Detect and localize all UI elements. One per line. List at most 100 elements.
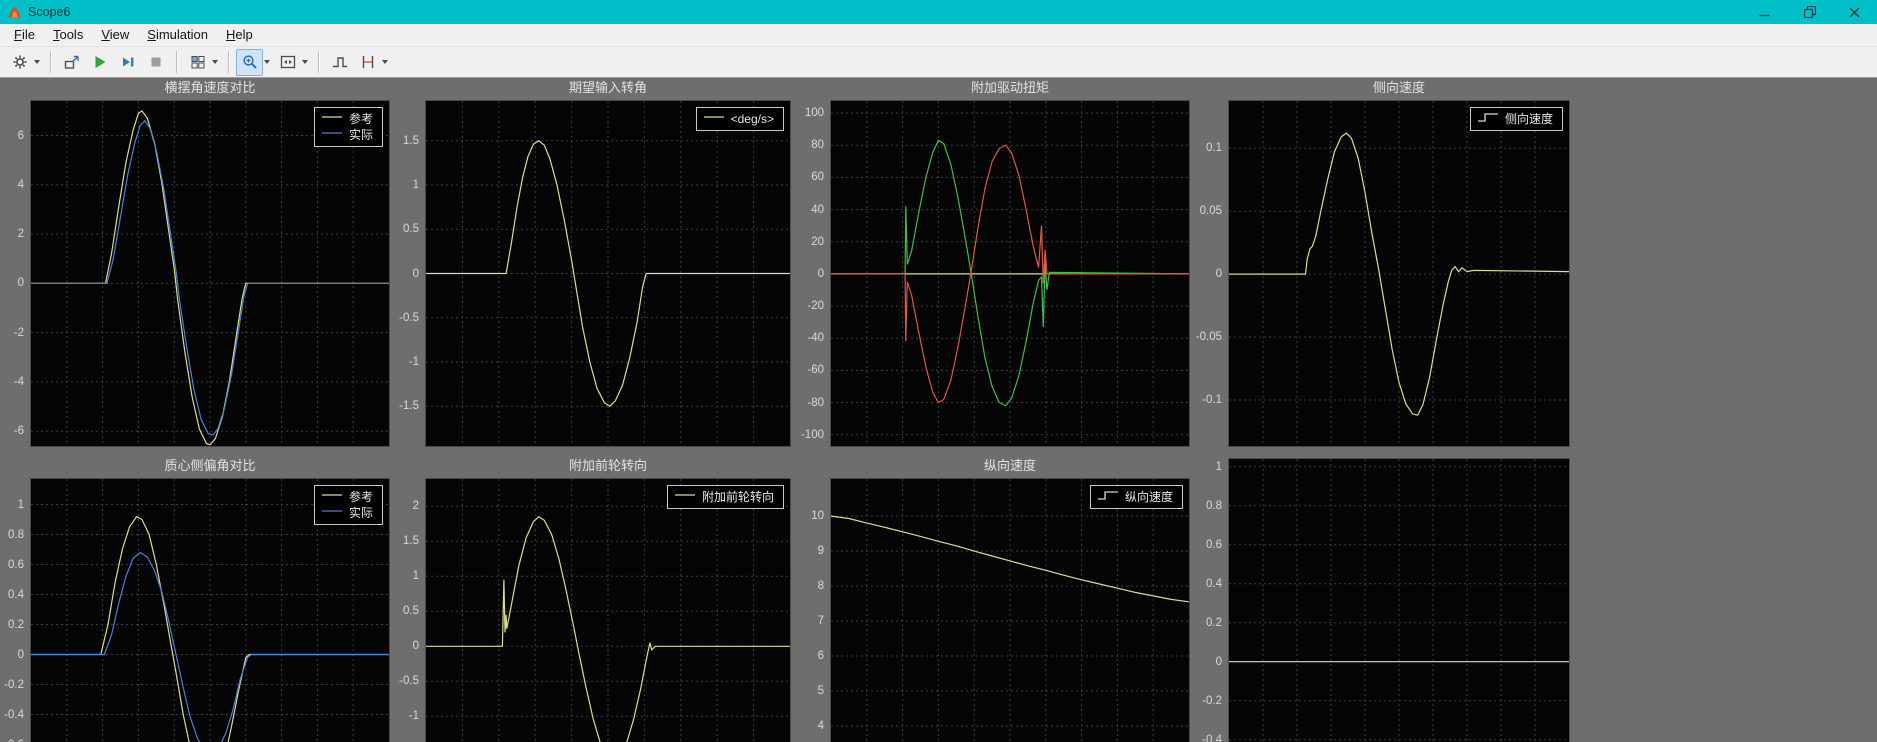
trigger-button[interactable] (326, 49, 353, 76)
menu-file-mnemonic: F (14, 27, 22, 42)
y-tick-label: -6 (13, 425, 24, 438)
cursor-measurements-icon (362, 56, 373, 68)
menu-bar: File Tools View Simulation Help (0, 24, 1877, 47)
y-tick-label: 80 (811, 139, 824, 152)
legend-line-icon (674, 489, 696, 505)
settings-button[interactable] (6, 49, 33, 76)
y-tick-label: 0.5 (403, 605, 419, 618)
y-tick-label: -40 (807, 332, 824, 345)
legend-entry: 侧向速度 (1477, 111, 1553, 127)
legend-label: 附加前轮转向 (701, 490, 774, 504)
y-tick-label: 0.8 (8, 528, 24, 541)
plot-sideslip-angle-comparison[interactable]: 质心侧偏角对比 参考实际 10.80.60.40.20-0.2-0.4-0.6-… (4, 458, 390, 742)
y-tick-label: 1 (412, 570, 419, 583)
legend-entry: 参考 (321, 111, 373, 127)
legend-label: 实际 (348, 506, 373, 520)
menu-tools-label: ools (59, 27, 84, 42)
y-tick-label: -80 (807, 396, 824, 409)
legend-step-icon (1477, 111, 1499, 127)
plot-title: 纵向速度 (983, 458, 1036, 473)
layouts-dropdown-caret[interactable] (212, 60, 218, 64)
menu-help[interactable]: Help (217, 25, 262, 45)
plot-legend[interactable]: 附加前轮转向 (666, 485, 784, 509)
plot-canvas (426, 479, 790, 742)
y-tick-label: 0 (17, 277, 24, 290)
step-forward-button[interactable] (114, 49, 141, 76)
trigger-icon (332, 57, 347, 68)
fit-to-view-dropdown-caret[interactable] (302, 60, 308, 64)
plot-yaw-rate-comparison[interactable]: 横摆角速度对比 参考 实际 6 4 2 0 -2 -4 -6 (14, 80, 390, 447)
run-icon (95, 56, 105, 68)
plot-canvas (426, 101, 790, 446)
measurements-dropdown-caret[interactable] (382, 60, 388, 64)
y-tick-label: 6 (17, 129, 24, 142)
legend-line-icon (321, 489, 343, 505)
menu-simulation[interactable]: Simulation (138, 25, 217, 45)
plot-title: 期望输入转角 (568, 80, 647, 95)
y-tick-label: 0.4 (1206, 577, 1222, 590)
minimize-button[interactable] (1742, 0, 1787, 24)
y-tick-label: -0.2 (1202, 694, 1222, 707)
fit-to-view-button[interactable] (274, 49, 301, 76)
y-tick-label: -0.6 (4, 739, 24, 742)
legend-line-icon (321, 111, 343, 127)
step-forward-icon (122, 57, 133, 67)
stop-button[interactable] (142, 49, 169, 76)
legend-line-icon (321, 127, 343, 143)
legend-label: 纵向速度 (1124, 490, 1173, 504)
close-button[interactable] (1832, 0, 1877, 24)
fit-to-view-icon (280, 55, 295, 69)
legend-entry: <deg/s> (703, 111, 774, 127)
window-titlebar[interactable]: Scope6 (0, 0, 1877, 24)
legend-entry: 参考 (321, 489, 373, 505)
menu-view[interactable]: View (92, 25, 138, 45)
plot-bottom-right[interactable]: 1 0.8 0.6 0.4 0.2 0 -0.2 -0.4 (1202, 458, 1570, 742)
plot-longitudinal-velocity[interactable]: 纵向速度 纵向速度 1098765432 (811, 458, 1190, 742)
legend-label: 参考 (348, 112, 373, 126)
y-tick-label: 1 (17, 498, 24, 511)
plot-lateral-velocity[interactable]: 侧向速度 侧向速度 0.1 0.05 0 -0.05 -0.1 (1196, 80, 1570, 447)
zoom-dropdown-caret[interactable] (264, 60, 270, 64)
settings-dropdown-caret[interactable] (34, 60, 40, 64)
plot-legend[interactable]: 参考 实际 (313, 107, 383, 147)
legend-line-icon (703, 111, 725, 127)
y-tick-label: 6 (817, 650, 824, 662)
plot-legend[interactable]: 参考 实际 (313, 485, 383, 525)
y-tick-label: -0.05 (1195, 331, 1222, 344)
zoom-in-button[interactable] (236, 48, 263, 76)
highlight-simulink-block-button[interactable] (58, 49, 85, 76)
y-tick-label: 0 (412, 640, 419, 653)
y-tick-label: -0.4 (1202, 733, 1222, 742)
plot-legend[interactable]: <deg/s> (695, 107, 784, 131)
menu-tools[interactable]: Tools (44, 25, 92, 45)
plot-legend[interactable]: 纵向速度 (1089, 485, 1183, 509)
y-tick-label: 0.8 (1206, 499, 1222, 512)
menu-file[interactable]: File (5, 25, 44, 45)
y-tick-label: 9 (817, 545, 824, 558)
y-tick-label: 20 (811, 235, 824, 248)
toolbar-separator (228, 51, 229, 73)
cursor-measurements-button[interactable] (354, 49, 381, 76)
y-tick-label: 10 (811, 510, 824, 523)
menu-view-mnemonic: V (101, 27, 110, 42)
layouts-button[interactable] (184, 49, 211, 76)
plot-additional-drive-torque[interactable]: 附加驱动扭矩 100 80 60 40 20 0 -20 -40 -60 -80 -100 (801, 80, 1190, 447)
plot-canvas (831, 479, 1189, 742)
menu-file-label: ile (21, 27, 35, 42)
legend-entry: 实际 (321, 127, 373, 143)
y-tick-label: 0 (412, 267, 419, 280)
plot-desired-input-steering-angle[interactable]: 期望输入转角 <deg/s> 1.5 1 0.5 0 -0.5 -1 -1.5 (399, 80, 791, 447)
y-tick-label: 1 (1215, 460, 1222, 473)
y-tick-label: 0.2 (8, 618, 24, 631)
y-tick-label: 60 (811, 171, 824, 184)
plot-legend[interactable]: 侧向速度 (1469, 107, 1563, 131)
y-tick-label: 7 (817, 615, 824, 628)
run-button[interactable] (86, 49, 113, 76)
y-tick-label: -1.5 (399, 400, 419, 413)
y-tick-label: 0 (17, 648, 24, 661)
y-tick-label: 1.5 (403, 134, 419, 147)
restore-button[interactable] (1787, 0, 1832, 24)
plot-additional-front-wheel-steering[interactable]: 附加前轮转向 附加前轮转向 21.510.50-0.5-1-1.5-2 (399, 458, 791, 742)
toolbar-separator (176, 51, 177, 73)
plot-title: 附加驱动扭矩 (970, 80, 1049, 95)
